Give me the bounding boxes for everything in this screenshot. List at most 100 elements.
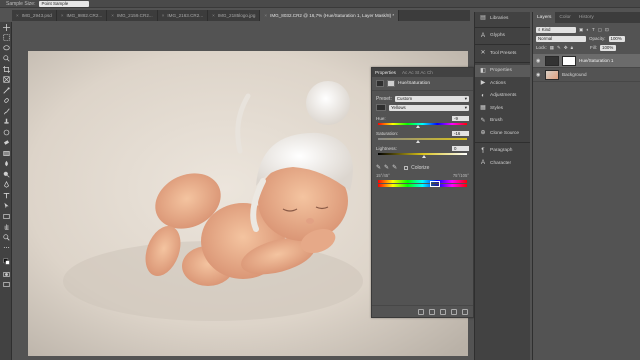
tab-properties[interactable]: Properties [375,70,396,75]
tab-color[interactable]: Color [555,12,574,23]
saturation-slider-knob[interactable] [416,140,420,143]
hand-tool-icon[interactable] [0,222,12,233]
panel-clone-source[interactable]: ⊕ Clone Source [475,127,530,140]
filter-shape-icon[interactable]: ▢ [598,27,602,33]
range-selector[interactable] [430,181,440,187]
close-icon[interactable]: × [61,10,64,21]
type-tool-icon[interactable] [0,190,12,201]
more-tools-icon[interactable] [0,243,12,254]
reset-icon[interactable] [440,308,446,315]
view-previous-icon[interactable] [429,308,435,315]
dodge-tool-icon[interactable] [0,169,12,180]
panel-libraries[interactable]: ▤ Libraries [475,12,530,25]
doc-tab-3[interactable]: × IMG_2159.CR2... [107,10,158,21]
filter-smart-icon[interactable]: ⊡ [605,27,609,33]
mask-icon[interactable] [387,80,395,87]
panel-character[interactable]: A Character [475,157,530,170]
doc-tab-4[interactable]: × IMG_2163.CR2... [158,10,209,21]
doc-tab-1[interactable]: × IMG_2943.psd [12,10,57,21]
panel-actions[interactable]: ▶ Actions [475,77,530,90]
targeted-adjust-icon[interactable] [376,104,386,111]
close-icon[interactable]: × [111,10,114,21]
eyedropper-minus-icon[interactable]: ✎ [392,164,397,171]
blend-mode-select[interactable]: Normal [536,35,586,42]
sample-size-select[interactable]: Point Sample [39,0,90,7]
delete-icon[interactable] [462,308,468,315]
quick-mask-icon[interactable] [0,269,12,280]
close-icon[interactable]: × [162,10,165,21]
lock-all-icon[interactable]: 🔒︎ [571,45,573,50]
panel-properties[interactable]: ◧ Properties [475,64,530,77]
history-brush-tool-icon[interactable] [0,127,12,138]
hue-slider[interactable] [378,123,467,128]
clone-stamp-tool-icon[interactable] [0,117,12,128]
eyedropper-icon[interactable]: ✎ [376,164,381,171]
tab-other-panels[interactable]: Ac Ac St Ac Ch [402,70,433,75]
saturation-slider[interactable] [378,138,467,143]
close-icon[interactable]: × [264,10,267,21]
clip-to-layer-icon[interactable] [418,308,424,315]
close-icon[interactable]: × [16,10,19,21]
brush-tool-icon[interactable] [0,106,12,117]
pen-tool-icon[interactable] [0,180,12,191]
crop-tool-icon[interactable] [0,64,12,75]
filter-pixel-icon[interactable]: ▣ [579,27,583,33]
filter-type-icon[interactable]: T [592,27,595,32]
visibility-icon[interactable] [451,308,457,315]
path-selection-tool-icon[interactable] [0,201,12,212]
lightness-slider[interactable] [378,153,467,158]
healing-brush-tool-icon[interactable] [0,96,12,107]
doc-tab-active[interactable]: × IMG_8032.CR2 @ 16,7% (Hue/Saturation 1,… [260,10,400,21]
panel-paragraph[interactable]: ¶ Paragraph [475,145,530,158]
layer-row-background[interactable]: ◉ Background [533,68,640,82]
visibility-eye-icon[interactable]: ◉ [536,72,542,78]
panel-brush[interactable]: ✎ Brush [475,115,530,128]
quick-select-tool-icon[interactable] [0,54,12,65]
properties-header: Properties Ac Ac St Ac Ch [372,68,473,77]
visibility-eye-icon[interactable]: ◉ [536,58,542,64]
blur-tool-icon[interactable] [0,159,12,170]
lock-position-icon[interactable]: ✥ [564,45,568,51]
opacity-input[interactable]: 100% [608,35,625,42]
tab-history[interactable]: History [575,12,598,23]
panel-styles[interactable]: ▦ Styles [475,102,530,115]
eyedropper-plus-icon[interactable]: ✎ [384,164,389,171]
layer-row-hue-saturation[interactable]: ◉ Hue/Saturation 1 [533,54,640,68]
doc-tab-5[interactable]: × IMG_2185logo.jpg [208,10,261,21]
eyedropper-tool-icon[interactable] [0,85,12,96]
adjustment-layer-icon[interactable] [376,80,384,87]
color-range-bar-top[interactable] [378,180,467,183]
frame-tool-icon[interactable] [0,75,12,86]
panel-tool-presets[interactable]: ✕ Tool Presets [475,47,530,60]
filter-adjust-icon[interactable]: ◐ [586,27,589,32]
layer-mask-thumbnail[interactable] [562,55,576,66]
saturation-value-input[interactable]: -16 [452,130,469,137]
hue-slider-knob[interactable] [416,125,420,128]
zoom-tool-icon[interactable] [0,232,12,243]
lasso-tool-icon[interactable] [0,43,12,54]
doc-tab-2[interactable]: × IMG_9882.CR2... [57,10,108,21]
tab-layers[interactable]: Layers [533,12,556,23]
eraser-tool-icon[interactable] [0,138,12,149]
panel-adjustments[interactable]: ◐ Adjustments [475,90,530,103]
gradient-tool-icon[interactable] [0,148,12,159]
paragraph-icon: ¶ [481,147,485,154]
screen-mode-icon[interactable] [0,280,12,291]
lightness-value-input[interactable]: 0 [452,145,469,152]
rectangle-tool-icon[interactable] [0,211,12,222]
channel-dropdown[interactable]: Yellows ▾ [389,104,469,111]
hue-value-input[interactable]: -9 [452,115,469,122]
move-tool-icon[interactable] [0,22,12,33]
color-range-bar-bottom[interactable] [378,181,467,187]
lock-transparent-icon[interactable]: ▦ [550,45,554,51]
marquee-tool-icon[interactable] [0,33,12,44]
color-swatches-icon[interactable] [0,253,12,269]
lightness-slider-knob[interactable] [422,155,426,158]
kind-filter-select[interactable]: ⌕ Kind [536,26,576,33]
lock-paint-icon[interactable]: ✎ [557,45,561,51]
panel-glyphs[interactable]: A Glyphs [475,30,530,43]
fill-input[interactable]: 100% [600,44,616,51]
colorize-checkbox[interactable] [404,165,409,170]
close-icon[interactable]: × [212,10,215,21]
preset-dropdown[interactable]: Custom ▾ [394,95,469,102]
